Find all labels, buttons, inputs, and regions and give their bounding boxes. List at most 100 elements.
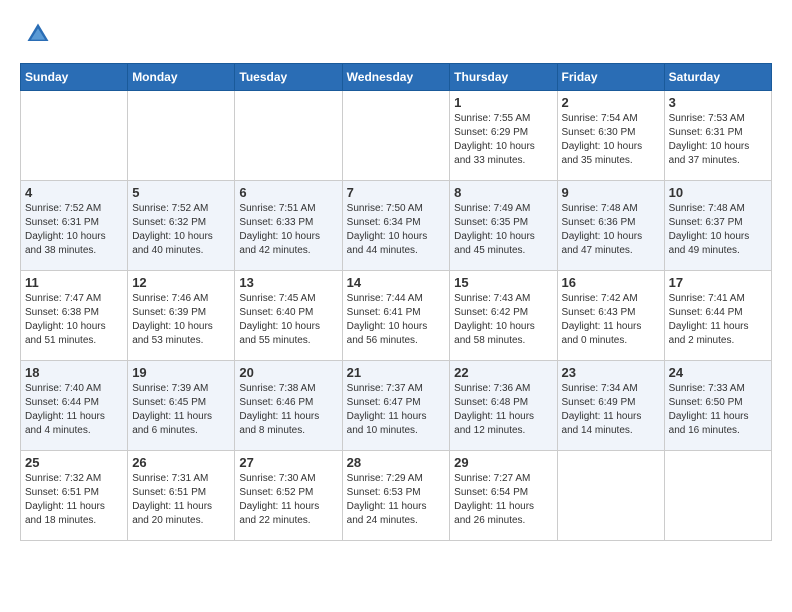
calendar-cell [342,91,450,181]
day-number: 25 [25,455,123,470]
calendar-cell: 21 Sunrise: 7:37 AMSunset: 6:47 PMDayligh… [342,361,450,451]
calendar-cell [235,91,342,181]
day-number: 12 [132,275,230,290]
calendar-cell: 3Sunrise: 7:53 AMSunset: 6:31 PMDaylight… [664,91,771,181]
calendar-cell [128,91,235,181]
day-number: 13 [239,275,337,290]
calendar-cell: 19 Sunrise: 7:39 AMSunset: 6:45 PMDayligh… [128,361,235,451]
day-info: Sunrise: 7:53 AMSunset: 6:31 PMDaylight:… [669,112,767,168]
calendar-cell: 7 Sunrise: 7:50 AMSunset: 6:34 PMDaylight… [342,181,450,271]
day-number: 2 [562,95,660,110]
day-info: Sunrise: 7:40 AMSunset: 6:44 PMDaylight:… [25,382,123,438]
day-number: 9 [562,185,660,200]
day-number: 26 [132,455,230,470]
logo [20,20,52,53]
day-info: Sunrise: 7:49 AMSunset: 6:35 PMDaylight:… [454,202,552,258]
day-info: Sunrise: 7:54 AMSunset: 6:30 PMDaylight:… [562,112,660,168]
day-info: Sunrise: 7:47 AMSunset: 6:38 PMDaylight:… [25,292,123,348]
day-number: 27 [239,455,337,470]
calendar-cell: 25 Sunrise: 7:32 AMSunset: 6:51 PMDayligh… [21,451,128,541]
calendar-cell: 23Sunrise: 7:34 AMSunset: 6:49 PMDayligh… [557,361,664,451]
calendar-cell: 12 Sunrise: 7:46 AMSunset: 6:39 PMDayligh… [128,271,235,361]
weekday-header-saturday: Saturday [664,64,771,91]
calendar-cell: 5 Sunrise: 7:52 AMSunset: 6:32 PMDaylight… [128,181,235,271]
day-info: Sunrise: 7:38 AMSunset: 6:46 PMDaylight:… [239,382,337,438]
day-info: Sunrise: 7:43 AMSunset: 6:42 PMDaylight:… [454,292,552,348]
calendar-cell: 13 Sunrise: 7:45 AMSunset: 6:40 PMDayligh… [235,271,342,361]
day-number: 20 [239,365,337,380]
weekday-header-monday: Monday [128,64,235,91]
weekday-header-thursday: Thursday [450,64,557,91]
weekday-header-tuesday: Tuesday [235,64,342,91]
day-info: Sunrise: 7:39 AMSunset: 6:45 PMDaylight:… [132,382,230,438]
calendar-cell: 26Sunrise: 7:31 AMSunset: 6:51 PMDayligh… [128,451,235,541]
calendar-cell: 28 Sunrise: 7:29 AMSunset: 6:53 PMDayligh… [342,451,450,541]
calendar-cell: 2 Sunrise: 7:54 AMSunset: 6:30 PMDaylight… [557,91,664,181]
day-info: Sunrise: 7:52 AMSunset: 6:32 PMDaylight:… [132,202,230,258]
calendar-cell [21,91,128,181]
day-number: 18 [25,365,123,380]
day-info: Sunrise: 7:48 AMSunset: 6:37 PMDaylight:… [669,202,767,258]
weekday-header-friday: Friday [557,64,664,91]
weekday-header-wednesday: Wednesday [342,64,450,91]
day-number: 29 [454,455,552,470]
day-info: Sunrise: 7:32 AMSunset: 6:51 PMDaylight:… [25,472,123,528]
calendar-week-row: 4Sunrise: 7:52 AMSunset: 6:31 PMDaylight… [21,181,772,271]
day-number: 15 [454,275,552,290]
day-number: 10 [669,185,767,200]
day-number: 19 [132,365,230,380]
day-info: Sunrise: 7:27 AMSunset: 6:54 PMDaylight:… [454,472,552,528]
calendar-week-row: 11 Sunrise: 7:47 AMSunset: 6:38 PMDayligh… [21,271,772,361]
day-number: 6 [239,185,337,200]
day-number: 1 [454,95,552,110]
day-info: Sunrise: 7:33 AMSunset: 6:50 PMDaylight:… [669,382,767,438]
calendar-cell: 8 Sunrise: 7:49 AMSunset: 6:35 PMDaylight… [450,181,557,271]
day-info: Sunrise: 7:44 AMSunset: 6:41 PMDaylight:… [347,292,446,348]
calendar-cell: 24 Sunrise: 7:33 AMSunset: 6:50 PMDayligh… [664,361,771,451]
calendar-cell [557,451,664,541]
calendar-cell: 27Sunrise: 7:30 AMSunset: 6:52 PMDayligh… [235,451,342,541]
day-number: 4 [25,185,123,200]
day-info: Sunrise: 7:41 AMSunset: 6:44 PMDaylight:… [669,292,767,348]
day-number: 21 [347,365,446,380]
day-number: 5 [132,185,230,200]
day-info: Sunrise: 7:48 AMSunset: 6:36 PMDaylight:… [562,202,660,258]
calendar-cell: 29 Sunrise: 7:27 AMSunset: 6:54 PMDayligh… [450,451,557,541]
day-number: 8 [454,185,552,200]
day-number: 28 [347,455,446,470]
calendar-cell: 11 Sunrise: 7:47 AMSunset: 6:38 PMDayligh… [21,271,128,361]
calendar-week-row: 1 Sunrise: 7:55 AMSunset: 6:29 PMDaylight… [21,91,772,181]
day-number: 7 [347,185,446,200]
day-number: 16 [562,275,660,290]
day-info: Sunrise: 7:34 AMSunset: 6:49 PMDaylight:… [562,382,660,438]
calendar-cell: 15 Sunrise: 7:43 AMSunset: 6:42 PMDayligh… [450,271,557,361]
calendar-cell: 9 Sunrise: 7:48 AMSunset: 6:36 PMDaylight… [557,181,664,271]
weekday-header-sunday: Sunday [21,64,128,91]
calendar-cell: 16 Sunrise: 7:42 AMSunset: 6:43 PMDayligh… [557,271,664,361]
calendar-cell: 6 Sunrise: 7:51 AMSunset: 6:33 PMDaylight… [235,181,342,271]
day-info: Sunrise: 7:36 AMSunset: 6:48 PMDaylight:… [454,382,552,438]
day-info: Sunrise: 7:51 AMSunset: 6:33 PMDaylight:… [239,202,337,258]
day-info: Sunrise: 7:55 AMSunset: 6:29 PMDaylight:… [454,112,552,168]
calendar-cell: 18 Sunrise: 7:40 AMSunset: 6:44 PMDayligh… [21,361,128,451]
calendar-cell: 10 Sunrise: 7:48 AMSunset: 6:37 PMDayligh… [664,181,771,271]
day-number: 11 [25,275,123,290]
day-info: Sunrise: 7:50 AMSunset: 6:34 PMDaylight:… [347,202,446,258]
day-number: 17 [669,275,767,290]
day-info: Sunrise: 7:46 AMSunset: 6:39 PMDaylight:… [132,292,230,348]
day-info: Sunrise: 7:45 AMSunset: 6:40 PMDaylight:… [239,292,337,348]
header [20,20,772,53]
calendar-cell: 1 Sunrise: 7:55 AMSunset: 6:29 PMDaylight… [450,91,557,181]
calendar-cell: 4Sunrise: 7:52 AMSunset: 6:31 PMDaylight… [21,181,128,271]
day-number: 24 [669,365,767,380]
day-info: Sunrise: 7:37 AMSunset: 6:47 PMDaylight:… [347,382,446,438]
calendar-week-row: 25 Sunrise: 7:32 AMSunset: 6:51 PMDayligh… [21,451,772,541]
day-info: Sunrise: 7:42 AMSunset: 6:43 PMDaylight:… [562,292,660,348]
calendar-week-row: 18 Sunrise: 7:40 AMSunset: 6:44 PMDayligh… [21,361,772,451]
calendar-cell: 14Sunrise: 7:44 AMSunset: 6:41 PMDayligh… [342,271,450,361]
day-info: Sunrise: 7:29 AMSunset: 6:53 PMDaylight:… [347,472,446,528]
calendar-cell: 20 Sunrise: 7:38 AMSunset: 6:46 PMDayligh… [235,361,342,451]
calendar-table: SundayMondayTuesdayWednesdayThursdayFrid… [20,63,772,541]
logo-icon [24,20,52,48]
calendar-cell [664,451,771,541]
